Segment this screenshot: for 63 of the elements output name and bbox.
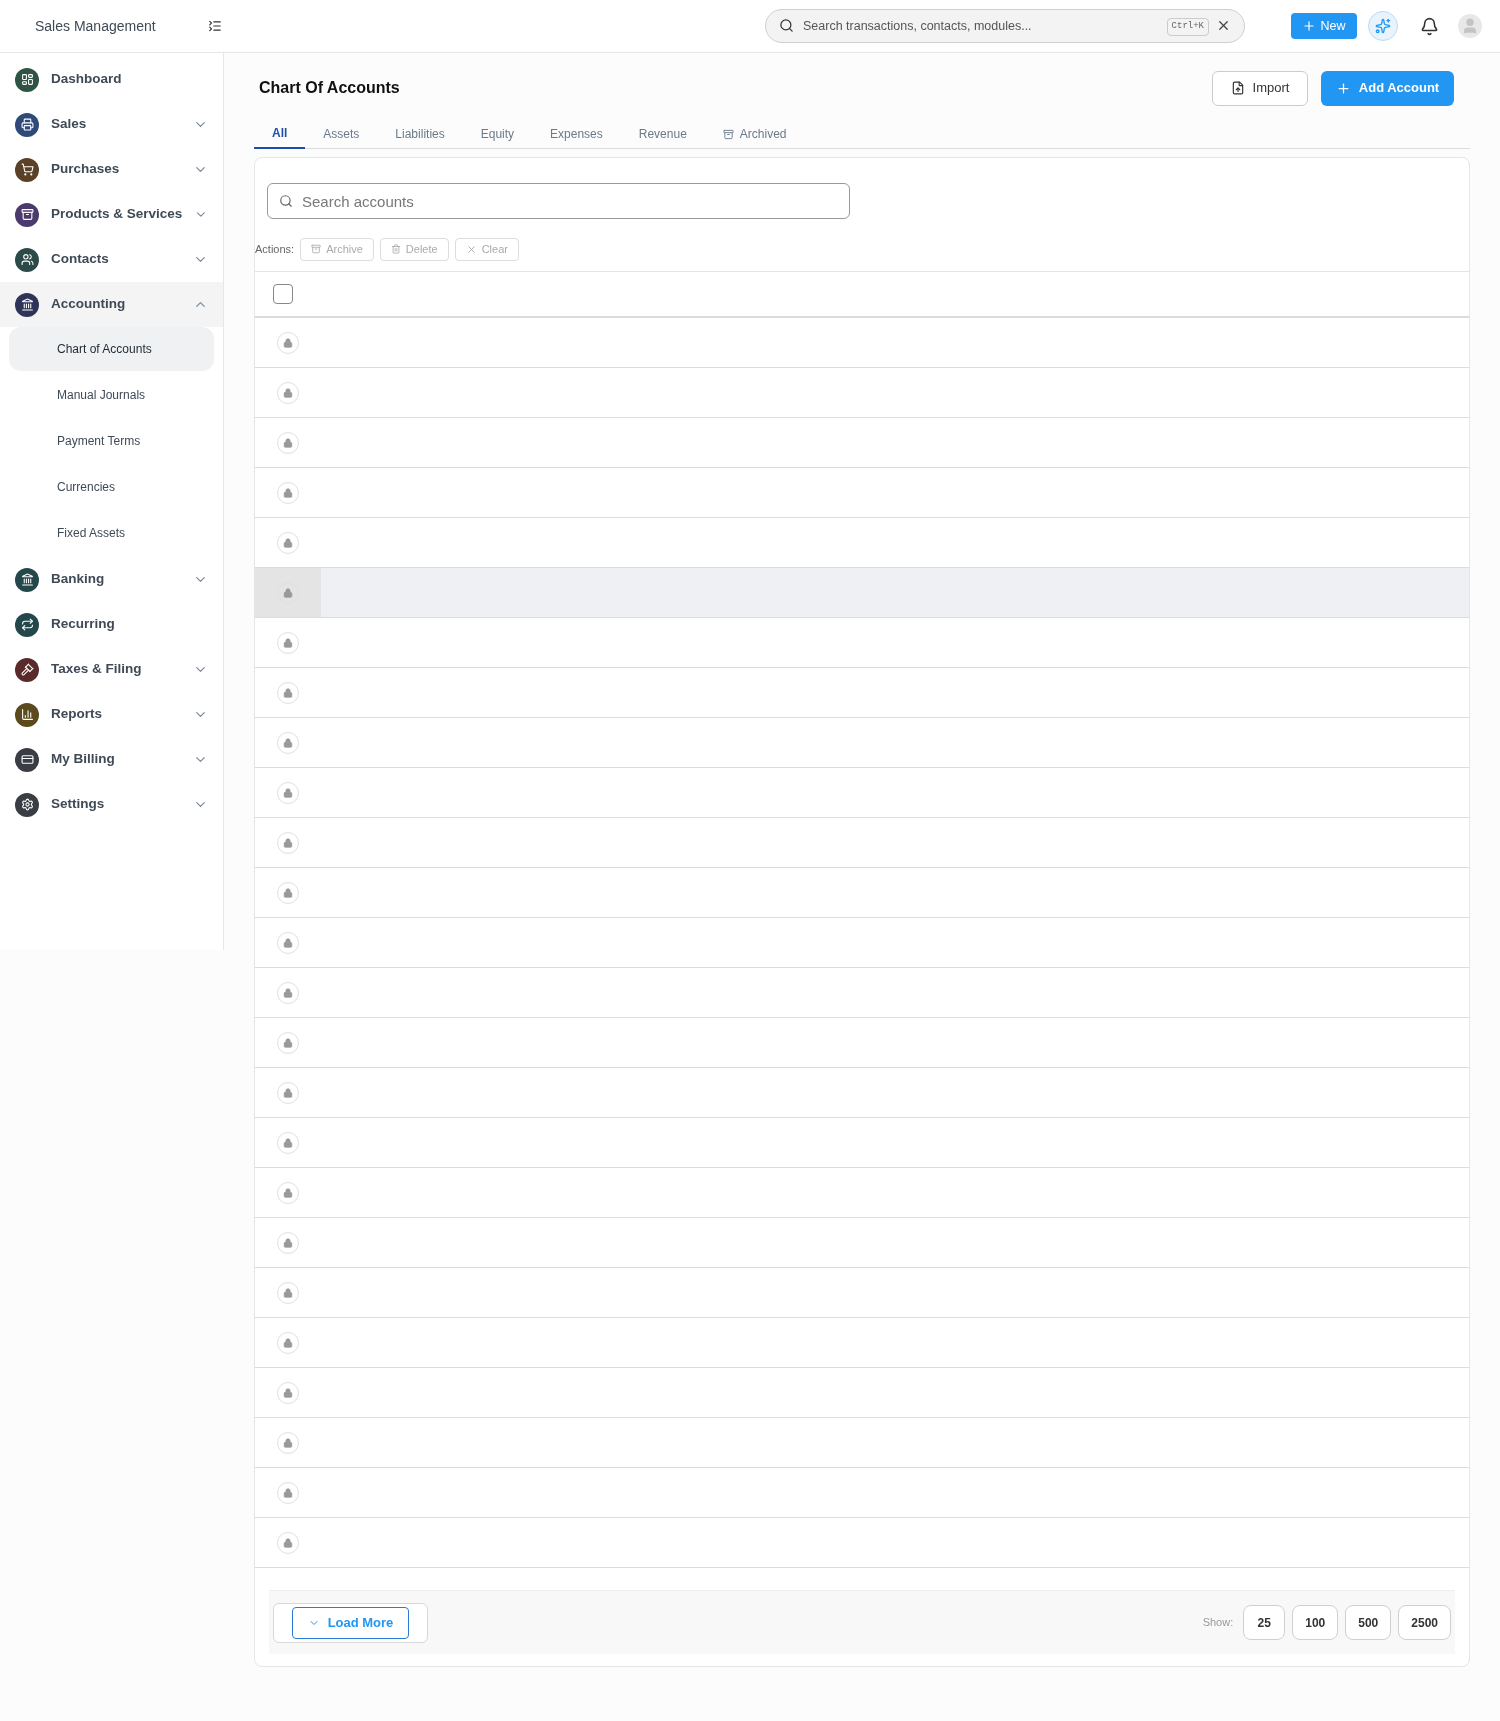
sidebar-item[interactable]: Settings [0,782,223,827]
sidebar-label: Banking [51,570,106,589]
sidebar-label: Products & Services [51,205,183,224]
file-upload-icon [1230,81,1245,95]
actions-label: Actions: [255,241,295,257]
sidebar-item[interactable]: Taxes & Filing [0,647,223,692]
submenu-item[interactable]: Chart of Accounts [9,327,214,371]
app-title: Sales Management [35,16,156,36]
page-title: Chart Of Accounts [258,78,400,98]
sidebar-label: Recurring [51,615,116,634]
menu-icon[interactable] [208,19,222,33]
sidebar-item[interactable]: Dashboard [0,57,223,102]
sidebar-item[interactable]: Products & Services [0,192,223,237]
tab[interactable]: Equity [462,119,533,149]
plus-icon [1302,19,1317,33]
tab[interactable]: Expenses [532,119,621,149]
page-size-button[interactable]: 25 [1243,1605,1286,1640]
tab[interactable]: Revenue [620,119,705,149]
archive-icon [311,244,322,254]
submenu-item[interactable]: Manual Journals [9,373,214,417]
close-icon [465,243,477,255]
sidebar-label: Taxes & Filing [51,660,143,679]
tab[interactable]: Archived [704,119,805,149]
plus-icon [1335,80,1351,96]
search-icon [279,194,293,208]
submenu-item[interactable]: Payment Terms [9,419,214,463]
shortcut-key: Ctrl+K [1166,18,1209,36]
sidebar-item[interactable]: Sales [0,102,223,147]
tab[interactable]: Liabilities [377,119,463,149]
submenu-item[interactable]: Fixed Assets [9,511,214,555]
avatar-icon[interactable] [1458,14,1482,38]
sidebar-item[interactable]: Banking [0,557,223,602]
sidebar-label: Dashboard [51,70,123,89]
sidebar-label: Contacts [51,250,110,269]
sidebar-item[interactable]: My Billing [0,737,223,782]
sidebar-item[interactable]: Recurring [0,602,223,647]
tab[interactable]: Assets [305,119,378,149]
page-size-button[interactable]: 2500 [1398,1605,1451,1640]
select-all-checkbox[interactable] [273,284,293,304]
close-icon[interactable] [1216,18,1231,33]
sparkle-icon[interactable] [1368,11,1398,41]
sidebar-item[interactable]: Reports [0,692,223,737]
submenu-item[interactable]: Currencies [9,465,214,509]
table-row[interactable] [255,568,1469,618]
sidebar-item[interactable]: Contacts [0,237,223,282]
sidebar-label: Reports [51,705,103,724]
search-field[interactable]: Search accounts [267,183,850,219]
page-size-button[interactable]: 100 [1292,1605,1339,1640]
sidebar-label: Sales [51,115,88,134]
sidebar-item[interactable]: Purchases [0,147,223,192]
sidebar-label: Settings [51,795,106,814]
sidebar-label: Purchases [51,160,121,179]
tab[interactable]: All [254,119,306,149]
show-label: Show: [1202,1615,1234,1631]
search-icon [779,18,794,33]
notification-bell-icon[interactable] [1420,16,1439,36]
page-size-button[interactable]: 500 [1345,1605,1392,1640]
trash-icon [390,244,401,254]
import-button[interactable]: Import [1212,70,1308,106]
sidebar-label: Accounting [51,295,127,314]
sidebar-item[interactable]: Accounting [0,282,223,327]
archive-icon [722,128,734,140]
sidebar-label: My Billing [51,750,116,769]
